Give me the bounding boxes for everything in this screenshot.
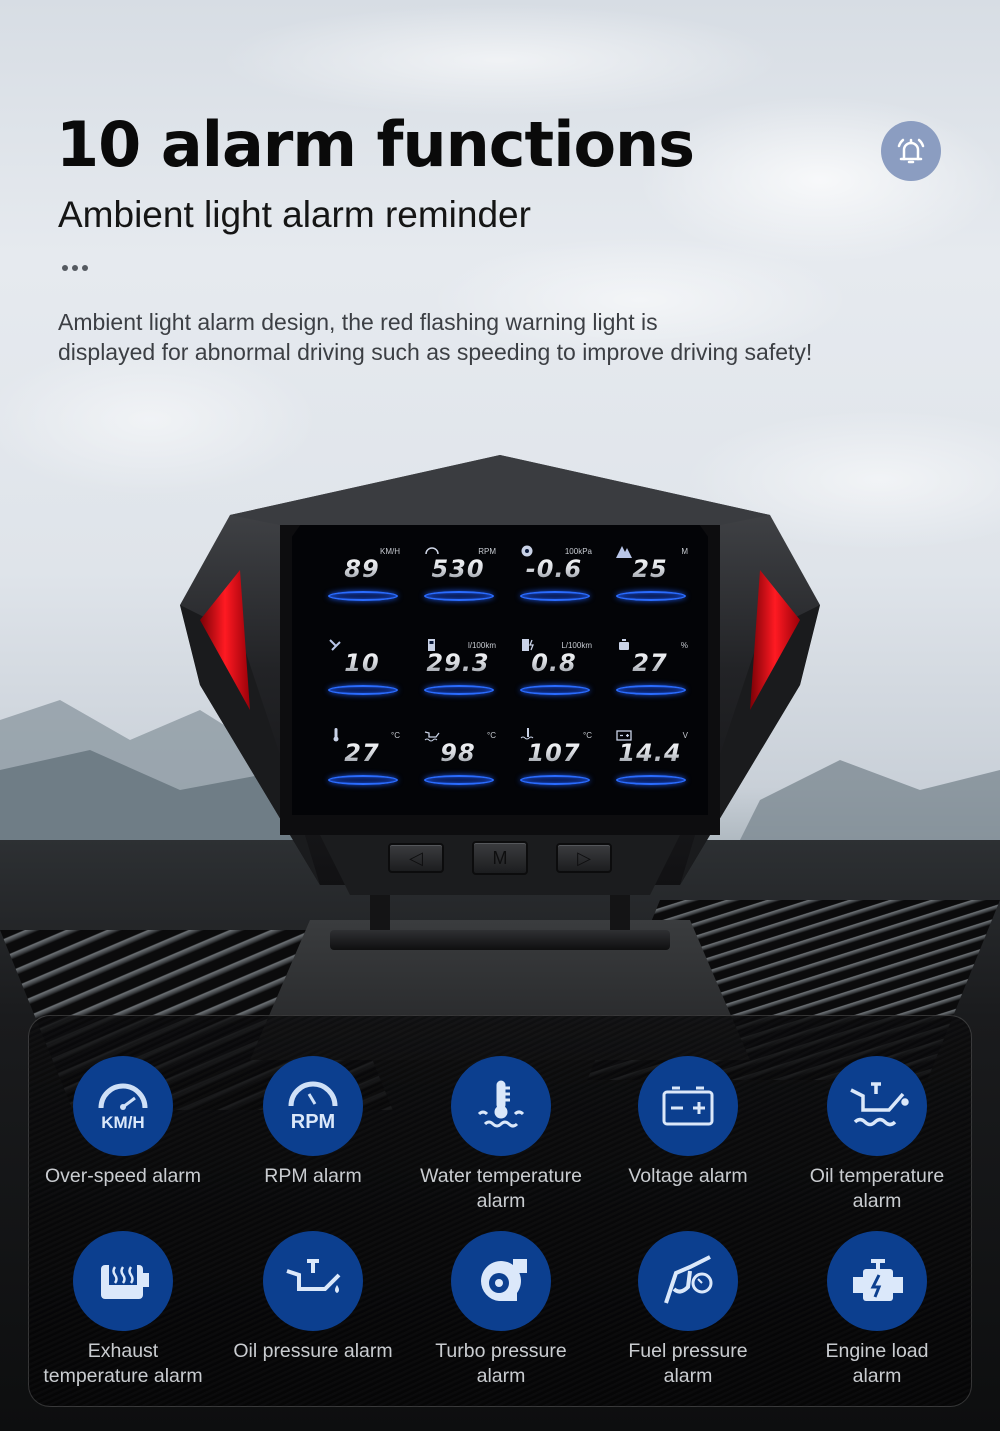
gauge-glow-ring xyxy=(328,591,398,601)
alarm-label-line: alarm xyxy=(663,1365,713,1387)
gauge-value: 27 xyxy=(602,649,698,677)
description: Ambient light alarm design, the red flas… xyxy=(58,307,938,367)
alarm-label-line: Exhaust xyxy=(87,1340,159,1362)
svg-text:RPM: RPM xyxy=(291,1111,335,1133)
alarm-label-line: Voltage alarm xyxy=(628,1165,748,1187)
alarm-label: Water temperature alarm xyxy=(407,1164,595,1214)
gauge-readout: 100kPa -0.6 xyxy=(506,545,602,627)
alarm-item: Fuel pressure alarm xyxy=(594,1231,782,1389)
page-subtitle: Ambient light alarm reminder xyxy=(58,194,531,235)
gauge-value: 98 xyxy=(410,739,506,767)
gauge-glow-ring xyxy=(616,591,686,601)
gauge-readout: °C 98 xyxy=(410,731,506,811)
gauge-readout: L/100km 0.8 xyxy=(506,639,602,721)
alarm-item: Engine load alarm xyxy=(783,1231,971,1389)
gauge-glow-ring xyxy=(424,775,494,785)
turbo-icon xyxy=(451,1231,551,1331)
gauge-value: 0.8 xyxy=(506,649,602,677)
gauge-glow-ring xyxy=(328,685,398,695)
alarm-label-line: alarm xyxy=(476,1190,526,1212)
alarm-label: Oil temperature alarm xyxy=(783,1164,971,1214)
gauge-value: 10 xyxy=(314,649,410,677)
alarm-label-line: RPM alarm xyxy=(264,1165,362,1187)
gauge-readout: °C 107 xyxy=(506,728,602,811)
gauge-readout: RPM 530 xyxy=(410,547,506,627)
alarm-label: RPM alarm xyxy=(219,1164,407,1189)
description-line: displayed for abnormal driving such as s… xyxy=(58,339,813,365)
alarm-item: Voltage alarm xyxy=(594,1056,782,1189)
gauge-glow-ring xyxy=(328,775,398,785)
gauge-glow-ring xyxy=(520,591,590,601)
display-screen: KM/H 89 RPM 530 100kPa -0.6 M 25 10 l/100km 29.3 L/… xyxy=(292,525,708,815)
gauge-readout: V 14.4 xyxy=(602,730,698,811)
gauge-value: 530 xyxy=(410,555,506,583)
svg-text:KM/H: KM/H xyxy=(101,1113,144,1132)
oil-can-icon xyxy=(263,1231,363,1331)
gauge-readout: 10 xyxy=(314,639,410,721)
alarm-label: Over-speed alarm xyxy=(29,1164,217,1189)
bell-icon xyxy=(881,121,941,181)
water-temperature-icon xyxy=(451,1056,551,1156)
alarm-item: KM/H Over-speed alarm xyxy=(29,1056,217,1189)
alarm-label: Fuel pressure alarm xyxy=(594,1339,782,1389)
kmh-speedometer-icon: KM/H xyxy=(73,1056,173,1156)
alarm-item: RPM RPM alarm xyxy=(219,1056,407,1189)
alarm-label-line: Water temperature xyxy=(420,1165,582,1187)
gauge-glow-ring xyxy=(424,591,494,601)
alarm-functions-panel: KM/H Over-speed alarm RPM RPM alarm Water te… xyxy=(28,1015,972,1407)
gauge-value: -0.6 xyxy=(506,555,602,583)
alarm-item: Turbo pressure alarm xyxy=(407,1231,595,1389)
alarm-label-line: temperature alarm xyxy=(43,1365,203,1387)
previous-button[interactable]: ◁ xyxy=(388,843,444,873)
gauge-readout: l/100km 29.3 xyxy=(410,639,506,721)
engine-icon xyxy=(827,1231,927,1331)
alarm-label-line: Engine load xyxy=(825,1340,929,1362)
separator-dots xyxy=(62,265,88,271)
gauge-glow-ring xyxy=(424,685,494,695)
alarm-item: Exhaust temperature alarm xyxy=(29,1231,217,1389)
gauge-readout: M 25 xyxy=(602,546,698,627)
alarm-label: Oil pressure alarm xyxy=(219,1339,407,1364)
exhaust-heater-icon xyxy=(73,1231,173,1331)
alarm-label-line: Turbo pressure xyxy=(435,1340,567,1362)
gauge-readout: % 27 xyxy=(602,639,698,721)
gauge-value: 14.4 xyxy=(602,739,698,767)
alarm-label-line: alarm xyxy=(852,1365,902,1387)
alarm-label-line: Over-speed alarm xyxy=(44,1165,202,1187)
oil-temperature-icon xyxy=(827,1056,927,1156)
alarm-label-line: alarm xyxy=(852,1190,902,1212)
alarm-label-line: Oil pressure alarm xyxy=(233,1340,393,1362)
fuel-nozzle-icon xyxy=(638,1231,738,1331)
alarm-label: Exhaust temperature alarm xyxy=(29,1339,217,1389)
rpm-gauge-icon: RPM xyxy=(263,1056,363,1156)
gauge-glow-ring xyxy=(616,685,686,695)
gauge-value: 107 xyxy=(506,739,602,767)
gauge-value: 25 xyxy=(602,555,698,583)
description-line: Ambient light alarm design, the red flas… xyxy=(58,309,658,335)
alarm-item: Water temperature alarm xyxy=(407,1056,595,1214)
page-title: 10 alarm functions xyxy=(56,108,695,181)
alarm-label: Engine load alarm xyxy=(783,1339,971,1389)
gauge-value: 29.3 xyxy=(410,649,506,677)
gauge-readout: °C 27 xyxy=(314,728,410,811)
gauge-glow-ring xyxy=(520,685,590,695)
alarm-label-line: Fuel pressure xyxy=(628,1340,748,1362)
alarm-item: Oil temperature alarm xyxy=(783,1056,971,1214)
battery-icon xyxy=(638,1056,738,1156)
alarm-label: Turbo pressure alarm xyxy=(407,1339,595,1389)
gauge-glow-ring xyxy=(520,775,590,785)
alarm-label-line: Oil temperature xyxy=(809,1165,945,1187)
device-base-stand xyxy=(330,930,670,950)
alarm-item: Oil pressure alarm xyxy=(219,1231,407,1364)
next-button[interactable]: ▷ xyxy=(556,843,612,873)
gauge-readout: KM/H 89 xyxy=(314,547,410,627)
hud-device: KM/H 89 RPM 530 100kPa -0.6 M 25 10 l/100km 29.3 L/… xyxy=(180,455,820,955)
gauge-value: 89 xyxy=(314,555,410,583)
gauge-glow-ring xyxy=(616,775,686,785)
alarm-label-line: alarm xyxy=(476,1365,526,1387)
mode-button[interactable]: M xyxy=(472,841,528,875)
alarm-label: Voltage alarm xyxy=(594,1164,782,1189)
gauge-value: 27 xyxy=(314,739,410,767)
